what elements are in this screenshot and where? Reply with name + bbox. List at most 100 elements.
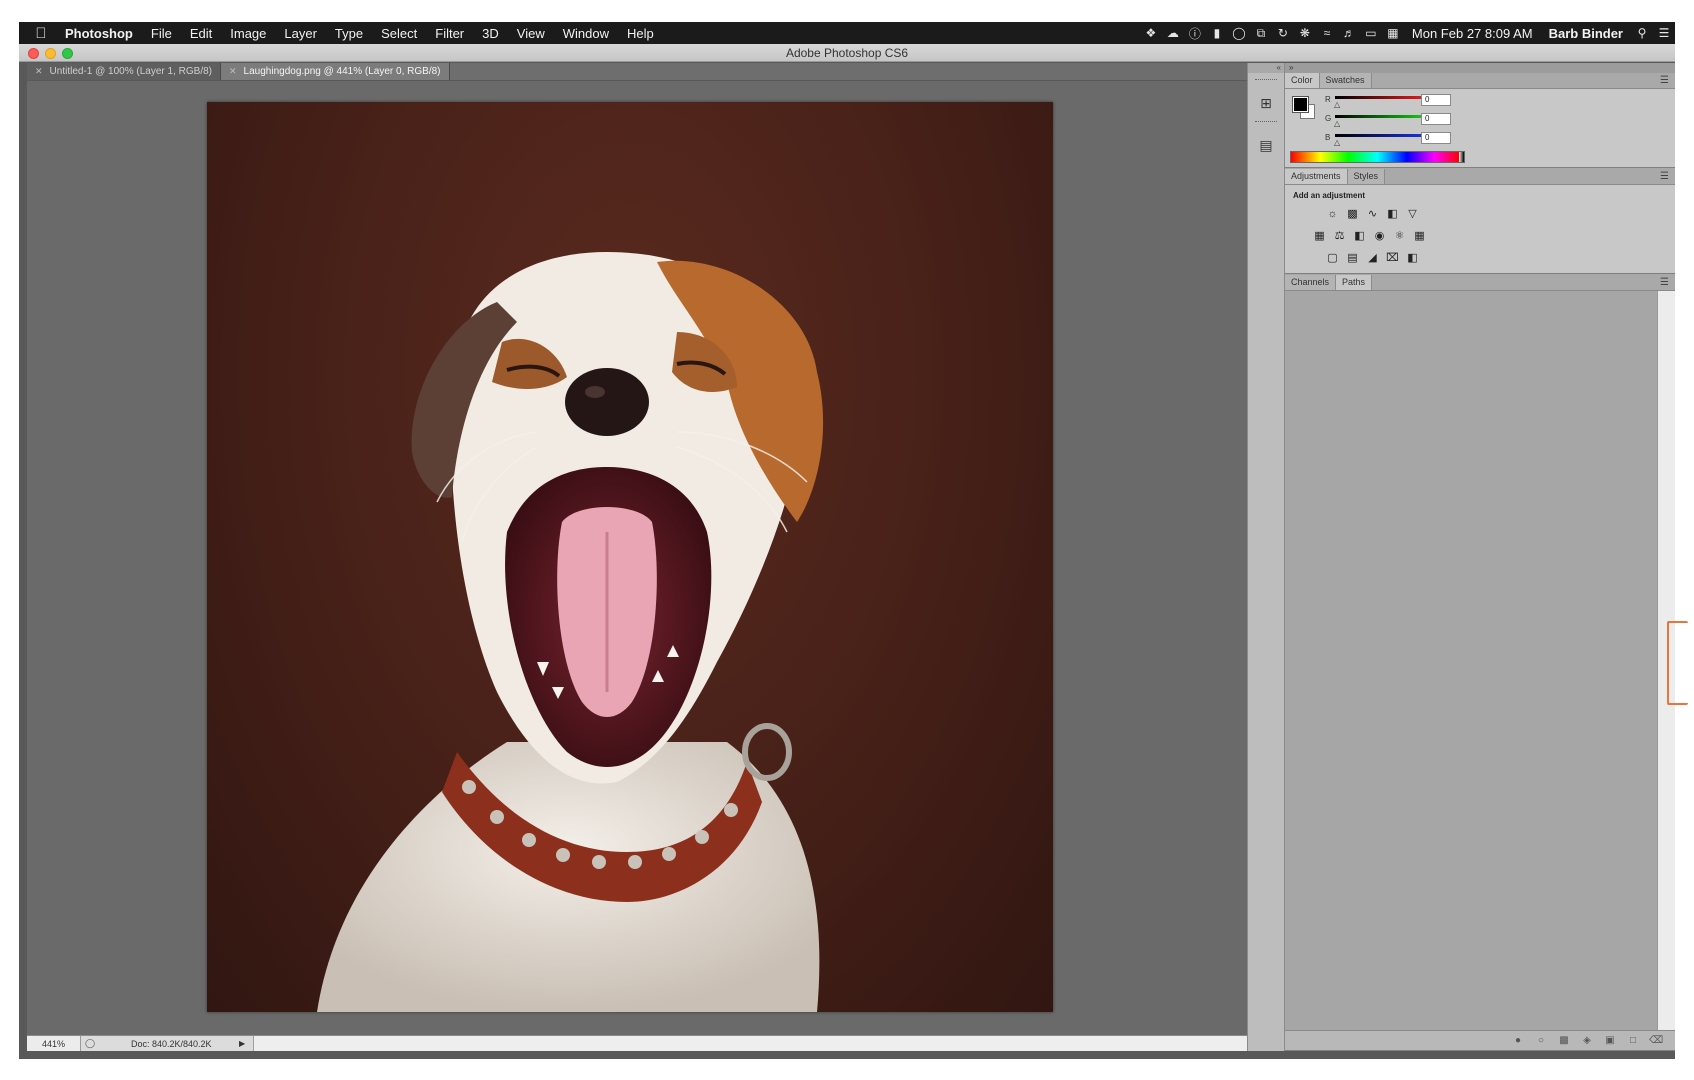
time-machine-icon[interactable]: ↻ (1272, 26, 1294, 40)
tab-paths[interactable]: Paths (1336, 275, 1373, 290)
panel-menu-icon[interactable]: ☰ (1660, 74, 1675, 88)
curves-icon[interactable]: ∿ (1365, 207, 1380, 222)
fill-path-icon[interactable]: ● (1511, 1034, 1525, 1048)
hue-saturation-icon[interactable]: ▦ (1312, 229, 1327, 244)
horizontal-scrollbar[interactable] (253, 1036, 1247, 1051)
menu-file[interactable]: File (142, 26, 181, 41)
menu-help[interactable]: Help (618, 26, 663, 41)
paths-list[interactable] (1285, 291, 1657, 1031)
adjustments-panel-tabs: Adjustments Styles ☰ (1285, 169, 1675, 185)
wifi-icon[interactable]: ≈ (1316, 26, 1338, 40)
gradient-map-icon[interactable]: ◧ (1405, 251, 1420, 266)
slider-triangle-icon[interactable]: △ (1334, 139, 1340, 147)
add-mask-icon[interactable]: ▣ (1603, 1034, 1617, 1048)
invert-icon[interactable]: ▢ (1325, 251, 1340, 266)
black-white-icon[interactable]: ◧ (1352, 229, 1367, 244)
creative-cloud-icon[interactable]: ☁ (1162, 26, 1184, 40)
red-value-input[interactable]: 0 (1421, 94, 1451, 106)
bookmark-icon[interactable]: ▮ (1206, 26, 1228, 40)
paths-panel: Channels Paths ☰ ● ○ ▩ ◈ ▣ □ ⌫ (1285, 275, 1675, 1051)
tab-styles[interactable]: Styles (1347, 169, 1386, 184)
menubar-user[interactable]: Barb Binder (1541, 26, 1631, 41)
doc-tab-untitled[interactable]: ✕ Untitled-1 @ 100% (Layer 1, RGB/8) (27, 63, 221, 80)
menu-view[interactable]: View (508, 26, 554, 41)
foreground-color-swatch[interactable] (1292, 96, 1309, 113)
levels-icon[interactable]: ▩ (1345, 207, 1360, 222)
paths-panel-tabs: Channels Paths ☰ (1285, 275, 1675, 291)
tab-swatches[interactable]: Swatches (1319, 73, 1372, 88)
photo-filter-icon[interactable]: ◉ (1372, 229, 1387, 244)
threshold-icon[interactable]: ◢ (1365, 251, 1380, 266)
spotlight-search-icon[interactable]: ⚲ (1631, 26, 1653, 40)
vibrance-icon[interactable]: ▽ (1405, 207, 1420, 222)
password-manager-icon[interactable]: ⓘ (1184, 25, 1206, 42)
menu-app-name[interactable]: Photoshop (63, 26, 142, 41)
posterize-icon[interactable]: ▤ (1345, 251, 1360, 266)
stroke-path-icon[interactable]: ○ (1534, 1034, 1548, 1048)
battery-icon[interactable]: ▭ (1360, 26, 1382, 40)
status-menu-arrow-icon[interactable]: ▶ (239, 1039, 253, 1048)
close-tab-icon[interactable]: ✕ (35, 66, 43, 77)
menu-select[interactable]: Select (372, 26, 426, 41)
document-tabs: ✕ Untitled-1 @ 100% (Layer 1, RGB/8) ✕ L… (27, 63, 1247, 80)
menu-3d[interactable]: 3D (473, 26, 508, 41)
canvas-area[interactable] (27, 81, 1247, 1035)
menu-window[interactable]: Window (554, 26, 618, 41)
delete-path-icon[interactable]: ⌫ (1649, 1034, 1663, 1048)
menu-edit[interactable]: Edit (181, 26, 221, 41)
make-work-path-icon[interactable]: ◈ (1580, 1034, 1594, 1048)
bluetooth-icon[interactable]: ❋ (1294, 26, 1316, 40)
apple-icon[interactable]:  (19, 25, 63, 42)
properties-panel-icon[interactable]: ▤ (1254, 133, 1278, 157)
proof-icon[interactable]: ◯ (81, 1038, 99, 1049)
color-balance-icon[interactable]: ⚖ (1332, 229, 1347, 244)
menu-bar:  Photoshop File Edit Image Layer Type S… (19, 22, 1675, 44)
zoom-level-field[interactable]: 441% (27, 1036, 81, 1051)
panel-menu-icon[interactable]: ☰ (1660, 276, 1675, 290)
exposure-icon[interactable]: ◧ (1385, 207, 1400, 222)
panel-menu-icon[interactable]: ☰ (1660, 170, 1675, 184)
green-value-input[interactable]: 0 (1421, 113, 1451, 125)
slider-triangle-icon[interactable]: △ (1334, 101, 1340, 109)
menubar-clock[interactable]: Mon Feb 27 8:09 AM (1404, 26, 1541, 41)
doc-tab-laughingdog[interactable]: ✕ Laughingdog.png @ 441% (Layer 0, RGB/8… (221, 63, 450, 80)
notification-center-icon[interactable]: ☰ (1653, 26, 1675, 40)
color-spectrum-bar[interactable] (1290, 151, 1465, 163)
adjustment-row-1: ☼ ▩ ∿ ◧ ▽ (1325, 207, 1420, 222)
channel-mixer-icon[interactable]: ⚛ (1392, 229, 1407, 244)
window-titlebar[interactable]: Adobe Photoshop CS6 (19, 44, 1675, 62)
status-circle-icon[interactable]: ◯ (1228, 26, 1250, 40)
dock-collapse-icon[interactable]: » (1285, 63, 1675, 73)
menu-image[interactable]: Image (221, 26, 275, 41)
paths-panel-footer: ● ○ ▩ ◈ ▣ □ ⌫ (1285, 1030, 1675, 1050)
menu-filter[interactable]: Filter (426, 26, 473, 41)
new-path-icon[interactable]: □ (1626, 1034, 1640, 1048)
channel-label: B (1325, 133, 1331, 142)
adjustments-panel: Adjustments Styles ☰ Add an adjustment ☼… (1285, 169, 1675, 274)
strip-grip[interactable] (1255, 121, 1277, 123)
screen-share-icon[interactable]: ⧉ (1250, 26, 1272, 41)
tab-color[interactable]: Color (1285, 73, 1320, 88)
blue-value-input[interactable]: 0 (1421, 132, 1451, 144)
red-ramp (1335, 96, 1421, 99)
keyboard-input-icon[interactable]: ▦ (1382, 26, 1404, 40)
doc-tab-label: Untitled-1 @ 100% (Layer 1, RGB/8) (49, 66, 212, 77)
strip-grip[interactable] (1255, 79, 1277, 81)
selective-color-icon[interactable]: ⌧ (1385, 251, 1400, 266)
brightness-contrast-icon[interactable]: ☼ (1325, 207, 1340, 222)
menu-layer[interactable]: Layer (275, 26, 326, 41)
collapse-strip-icon[interactable]: « (1248, 63, 1284, 73)
tab-channels[interactable]: Channels (1285, 275, 1337, 290)
tab-adjustments[interactable]: Adjustments (1285, 169, 1348, 184)
color-lookup-icon[interactable]: ▦ (1412, 229, 1427, 244)
document-image[interactable] (207, 102, 1053, 1012)
volume-icon[interactable]: ♬ (1338, 26, 1360, 40)
highlight-marker (1667, 621, 1688, 705)
load-selection-icon[interactable]: ▩ (1557, 1034, 1571, 1048)
dropbox-icon[interactable]: ❖ (1140, 26, 1162, 40)
slider-triangle-icon[interactable]: △ (1334, 120, 1340, 128)
history-panel-icon[interactable]: ⊞ (1254, 91, 1278, 115)
close-tab-icon[interactable]: ✕ (229, 66, 237, 77)
collapsed-panel-strip: « ⊞ ▤ (1247, 63, 1285, 1051)
menu-type[interactable]: Type (326, 26, 372, 41)
